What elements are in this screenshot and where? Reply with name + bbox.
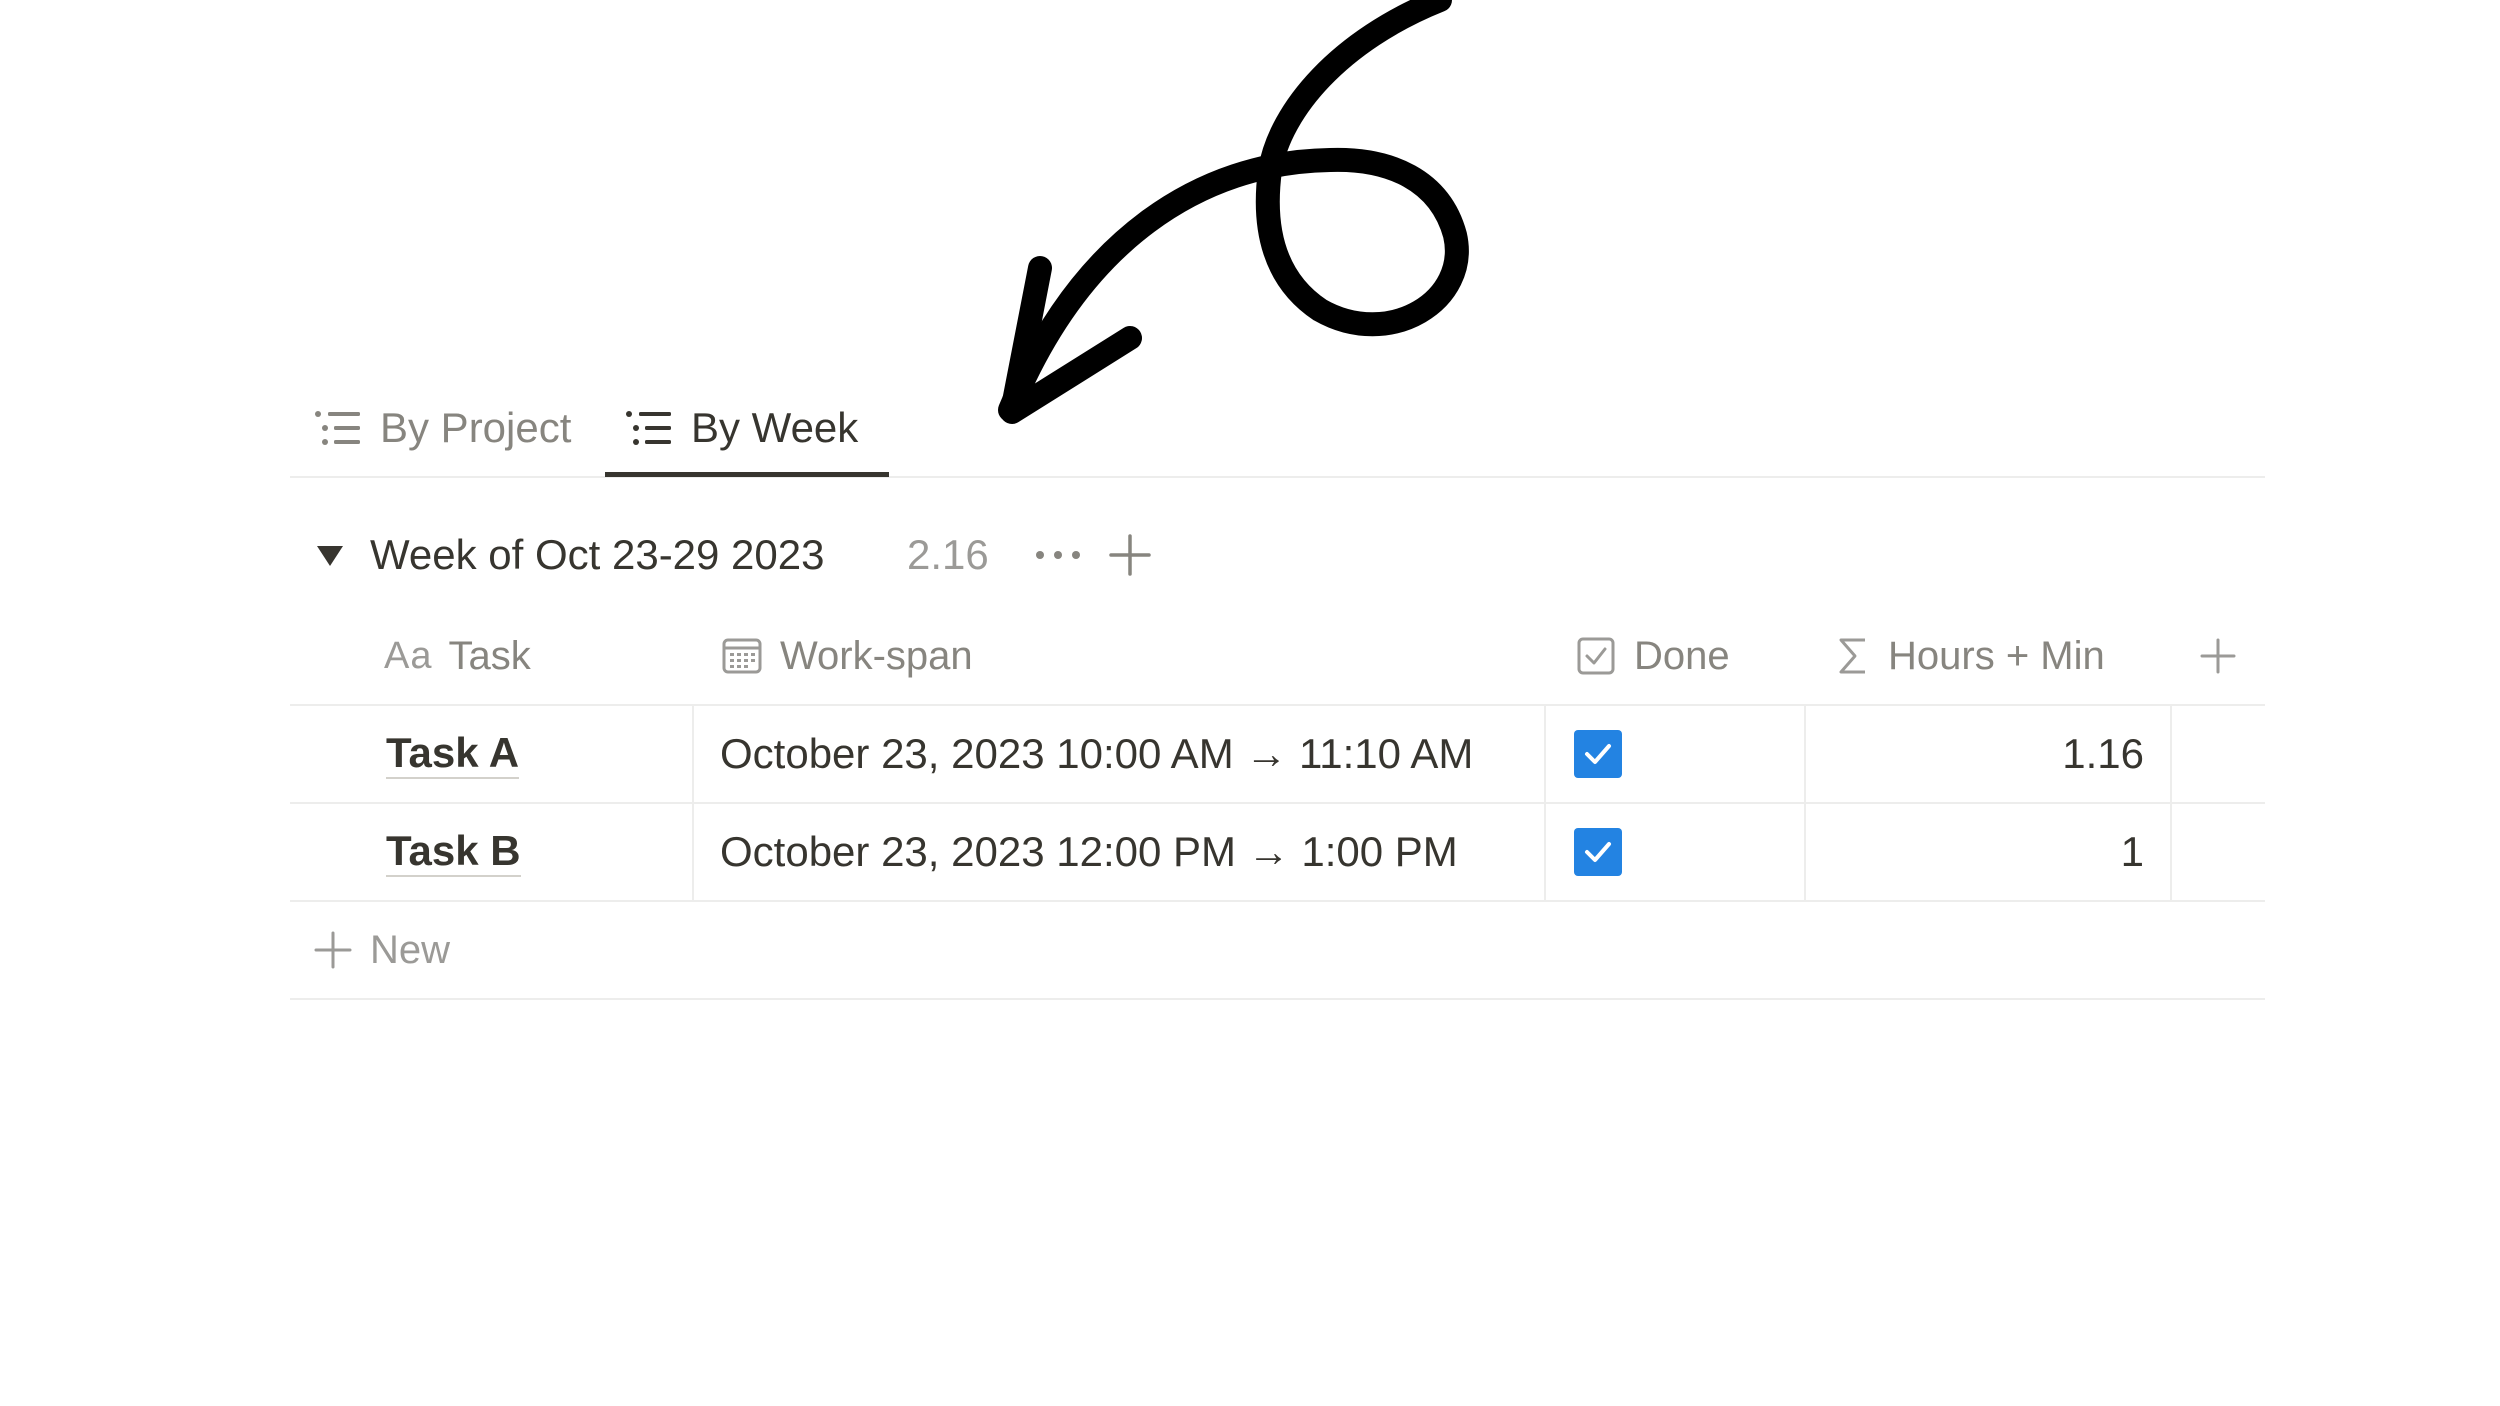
column-label: Work-span <box>780 633 973 678</box>
task-cell[interactable]: Task A <box>290 706 694 802</box>
active-tab-indicator <box>605 472 889 477</box>
task-title[interactable]: Task A <box>386 729 520 779</box>
work-span-cell[interactable]: October 23, 2023 10:00 AM → 11:10 AM <box>694 706 1546 802</box>
new-row-button[interactable]: New <box>290 902 2265 1000</box>
column-label: Done <box>1634 633 1730 678</box>
checkmark-icon <box>1585 842 1611 862</box>
table-header: Aa Task Work-span Done Hours + Min <box>290 608 2265 706</box>
tab-label: By Project <box>380 404 572 451</box>
group-title: Week of Oct 23-29 2023 <box>370 531 825 578</box>
empty-cell[interactable] <box>2172 706 2265 802</box>
view-tabs: By Project By Week <box>290 380 2265 478</box>
column-header-hours[interactable]: Hours + Min <box>1836 608 2105 704</box>
done-checkbox[interactable] <box>1574 730 1622 778</box>
tab-label: By Week <box>691 404 859 451</box>
new-row-label: New <box>370 927 451 972</box>
column-label: Task <box>448 633 531 678</box>
done-cell[interactable] <box>1546 804 1806 900</box>
task-cell[interactable]: Task B <box>290 804 694 900</box>
hours-cell[interactable]: 1 <box>1806 804 2172 900</box>
table-row[interactable]: Task A October 23, 2023 10:00 AM → 11:10… <box>290 706 2265 804</box>
column-header-work-span[interactable]: Work-span <box>722 608 973 704</box>
task-title[interactable]: Task B <box>386 827 521 877</box>
group-sum: 2.16 <box>907 531 989 578</box>
tab-by-week[interactable]: By Week <box>625 380 858 476</box>
list-icon <box>626 411 671 445</box>
column-header-task[interactable]: Aa Task <box>384 608 531 704</box>
calendar-icon <box>722 638 762 674</box>
tasks-table: Aa Task Work-span Done Hours + Min Task … <box>290 608 2265 1000</box>
text-property-icon: Aa <box>384 634 433 677</box>
column-header-done[interactable]: Done <box>1576 608 1730 704</box>
checkbox-icon <box>1577 637 1615 675</box>
add-property-button[interactable] <box>2200 608 2240 704</box>
checkmark-icon <box>1585 744 1611 764</box>
more-options-icon[interactable] <box>1030 520 1086 590</box>
work-span-cell[interactable]: October 23, 2023 12:00 PM → 1:00 PM <box>694 804 1546 900</box>
list-icon <box>315 411 360 445</box>
sigma-icon <box>1839 638 1865 674</box>
collapse-triangle-icon[interactable] <box>310 520 350 590</box>
group-header: Week of Oct 23-29 2023 2.16 <box>290 520 1290 590</box>
done-cell[interactable] <box>1546 706 1806 802</box>
table-row[interactable]: Task B October 23, 2023 12:00 PM → 1:00 … <box>290 804 2265 902</box>
tab-by-project[interactable]: By Project <box>314 380 571 476</box>
column-label: Hours + Min <box>1888 633 2105 678</box>
hours-cell[interactable]: 1.16 <box>1806 706 2172 802</box>
add-icon[interactable] <box>1108 520 1152 590</box>
add-icon <box>314 931 352 969</box>
add-icon <box>2200 638 2236 674</box>
empty-cell[interactable] <box>2172 804 2265 900</box>
done-checkbox[interactable] <box>1574 828 1622 876</box>
